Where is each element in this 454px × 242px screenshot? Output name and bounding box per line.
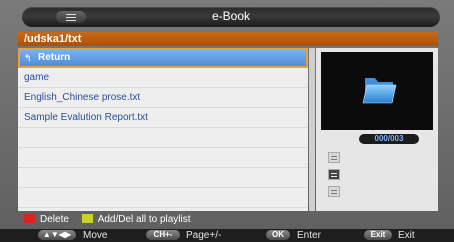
control-hints-bar: ▲▼◀▶ Move CH+- Page+/- OK Enter Exit Exi… [0,229,454,242]
list-item[interactable]: English_Chinese prose.txt [18,88,308,108]
scrollbar[interactable] [309,48,315,211]
file-list: ↰ Return game English_Chinese prose.txt S… [18,48,308,211]
list-item[interactable] [18,148,308,168]
preview-thumbnail [321,52,433,130]
list-item-return[interactable]: ↰ Return [18,48,308,68]
list-item-label: Sample Evalution Report.txt [24,112,148,123]
list-item[interactable] [18,168,308,188]
exit-key[interactable]: Exit [364,230,392,240]
red-key-icon [24,214,35,223]
list-item[interactable]: Sample Evalution Report.txt [18,108,308,128]
page-label: Page+/- [186,230,222,241]
exit-label: Exit [398,230,415,241]
yellow-key-icon [81,214,93,223]
return-icon: ↰ [24,53,32,63]
document-icon [328,186,340,197]
file-counter: 000/003 [359,134,419,144]
list-item-label: game [24,72,50,83]
move-key[interactable]: ▲▼◀▶ [38,230,76,240]
yellow-key-label: Add/Del all to playlist [97,214,191,225]
list-item-label: Return [38,52,71,63]
path-breadcrumb: /udska1/txt [18,32,438,46]
page-key[interactable]: CH+- [146,230,180,240]
folder-icon [362,78,397,104]
ok-key[interactable]: OK [266,230,290,240]
ebook-screen: e-Book /udska1/txt ↰ Return game English_… [0,0,454,242]
preview-panel: 000/003 [316,48,438,211]
document-icon-selected [328,169,340,180]
red-key-label: Delete [40,214,69,225]
list-item[interactable]: game [18,68,308,88]
title-bar: e-Book [22,7,440,27]
list-item[interactable] [18,188,308,208]
list-item-label: English_Chinese prose.txt [24,92,141,103]
page-title: e-Book [211,9,251,23]
document-icon [328,152,340,163]
move-label: Move [83,230,108,241]
list-item[interactable] [18,128,308,148]
legend: Delete Add/Del all to playlist [24,214,191,225]
ok-label: Enter [297,230,321,241]
